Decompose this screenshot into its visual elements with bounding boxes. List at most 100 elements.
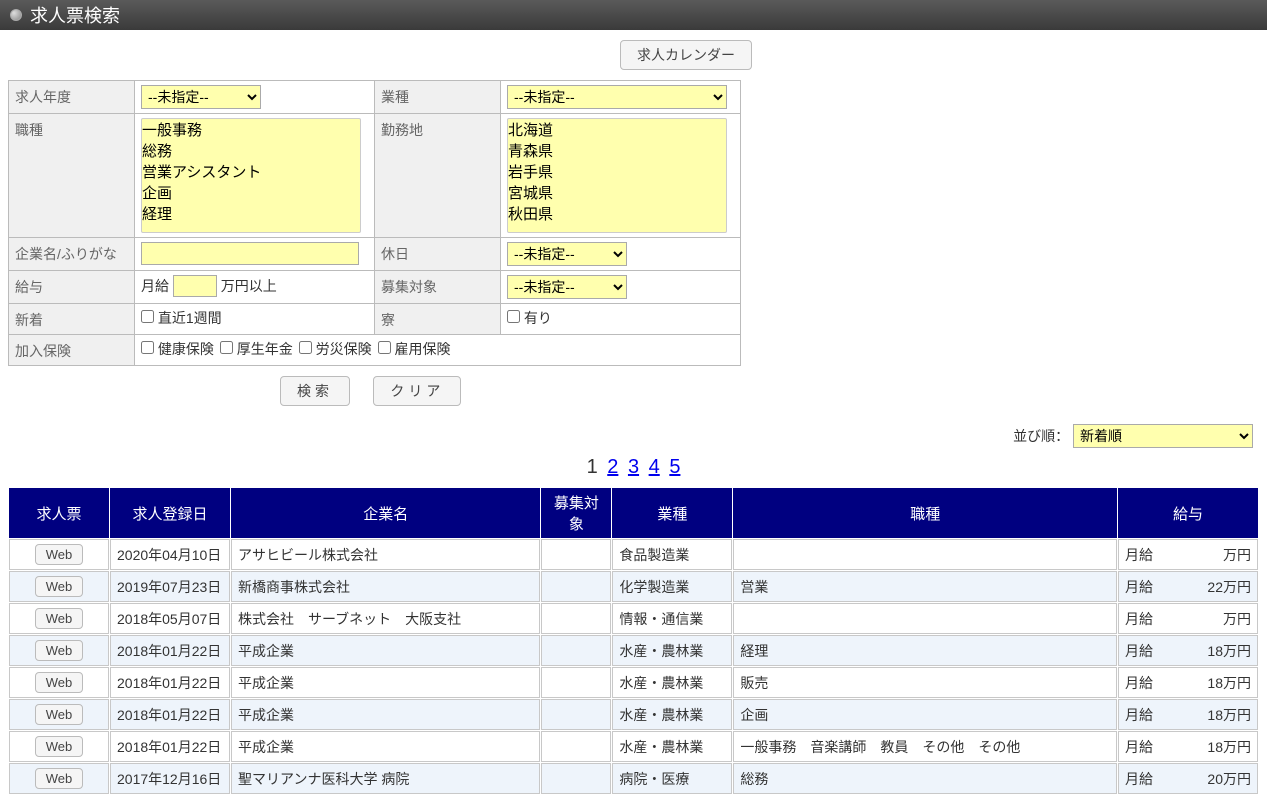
page-title: 求人票検索 [30, 2, 120, 28]
cell-job: 企画 [733, 699, 1117, 730]
insurance-label: 労災保険 [312, 341, 372, 357]
salary-suffix: 万円以上 [221, 278, 277, 294]
cell-date: 2019年07月23日 [110, 571, 230, 602]
cell-company: 株式会社 サーブネット 大阪支社 [231, 603, 540, 634]
cell-industry: 水産・農林業 [612, 699, 732, 730]
cell-industry: 食品製造業 [612, 539, 732, 570]
page-link[interactable]: 4 [649, 456, 660, 478]
cell-salary: 月給18万円 [1118, 667, 1258, 698]
table-row: Web2018年01月22日平成企業水産・農林業経理月給18万円 [9, 635, 1258, 666]
insurance-checkbox[interactable] [220, 341, 233, 354]
clear-button[interactable]: クリア [373, 376, 461, 406]
sort-label: 並び順： [1013, 428, 1069, 444]
table-row: Web2017年12月16日聖マリアンナ医科大学 病院病院・医療総務月給20万円 [9, 763, 1258, 794]
table-row: Web 2018年05月07日株式会社 サーブネット 大阪支社 情報・通信業 月給万円 [9, 603, 1258, 634]
label-location: 勤務地 [375, 114, 501, 238]
cell-target [541, 731, 611, 762]
page-link[interactable]: 3 [628, 456, 639, 478]
web-button[interactable]: Web [35, 576, 84, 597]
new-checkbox-label: 直近1週間 [158, 310, 222, 326]
cell-salary: 月給万円 [1118, 539, 1258, 570]
label-industry: 業種 [375, 81, 501, 114]
web-button[interactable]: Web [35, 640, 84, 661]
table-row: Web2019年07月23日新橋商事株式会社化学製造業営業月給22万円 [9, 571, 1258, 602]
cell-industry: 病院・医療 [612, 763, 732, 794]
cell-date: 2018年01月22日 [110, 667, 230, 698]
cell-salary: 月給20万円 [1118, 763, 1258, 794]
insurance-checkbox[interactable] [378, 341, 391, 354]
cell-job: 営業 [733, 571, 1117, 602]
page-link[interactable]: 5 [669, 456, 680, 478]
cell-target [541, 571, 611, 602]
cell-industry: 水産・農林業 [612, 635, 732, 666]
cell-company: 平成企業 [231, 699, 540, 730]
salary-input[interactable] [173, 275, 217, 297]
cell-job: 総務 [733, 763, 1117, 794]
holiday-select[interactable]: --未指定-- [507, 242, 627, 266]
cell-date: 2020年04月10日 [110, 539, 230, 570]
cell-company: 新橋商事株式会社 [231, 571, 540, 602]
salary-prefix: 月給 [141, 278, 169, 294]
column-header: 募集対象 [541, 488, 611, 538]
cell-industry: 情報・通信業 [612, 603, 732, 634]
cell-job [733, 603, 1117, 634]
cell-salary: 月給22万円 [1118, 571, 1258, 602]
industry-select[interactable]: --未指定-- [507, 85, 727, 109]
cell-target [541, 603, 611, 634]
label-dorm: 寮 [375, 304, 501, 335]
cell-target [541, 763, 611, 794]
target-select[interactable]: --未指定-- [507, 275, 627, 299]
web-button[interactable]: Web [35, 608, 84, 629]
label-year: 求人年度 [9, 81, 135, 114]
label-holiday: 休日 [375, 238, 501, 271]
insurance-checkbox[interactable] [141, 341, 154, 354]
company-input[interactable] [141, 242, 359, 265]
jobtype-listbox[interactable]: 一般事務総務営業アシスタント企画経理 [141, 118, 361, 233]
column-header: 求人票 [9, 488, 109, 538]
insurance-label: 雇用保険 [391, 341, 451, 357]
table-row: Web2018年01月22日平成企業水産・農林業販売月給18万円 [9, 667, 1258, 698]
label-company: 企業名/ふりがな [9, 238, 135, 271]
header-bullet-icon [10, 9, 22, 21]
search-button[interactable]: 検索 [280, 376, 350, 406]
web-button[interactable]: Web [35, 768, 84, 789]
sort-select[interactable]: 新着順 [1073, 424, 1253, 448]
web-button[interactable]: Web [35, 704, 84, 725]
cell-date: 2018年01月22日 [110, 635, 230, 666]
cell-company: 平成企業 [231, 731, 540, 762]
cell-industry: 水産・農林業 [612, 731, 732, 762]
page-current: 1 [587, 456, 598, 478]
cell-date: 2018年01月22日 [110, 699, 230, 730]
page-header: 求人票検索 [0, 0, 1267, 30]
search-form: 求人年度 --未指定-- 業種 --未指定-- 職種 一般事務総務営業アシスタン… [8, 80, 741, 366]
table-row: Web 2018年01月22日平成企業 水産・農林業企画月給18万円 [9, 699, 1258, 730]
web-button[interactable]: Web [35, 544, 84, 565]
new-checkbox[interactable] [141, 310, 154, 323]
web-button[interactable]: Web [35, 672, 84, 693]
column-header: 給与 [1118, 488, 1258, 538]
year-select[interactable]: --未指定-- [141, 85, 261, 109]
cell-job [733, 539, 1117, 570]
insurance-checkbox[interactable] [299, 341, 312, 354]
cell-target [541, 699, 611, 730]
column-header: 業種 [612, 488, 732, 538]
label-target: 募集対象 [375, 271, 501, 304]
insurance-label: 健康保険 [154, 341, 214, 357]
calendar-button[interactable]: 求人カレンダー [620, 40, 752, 70]
cell-date: 2017年12月16日 [110, 763, 230, 794]
column-header: 職種 [733, 488, 1117, 538]
cell-industry: 水産・農林業 [612, 667, 732, 698]
cell-salary: 月給万円 [1118, 603, 1258, 634]
cell-job: 経理 [733, 635, 1117, 666]
cell-job: 一般事務 音楽講師 教員 その他 その他 [733, 731, 1117, 762]
cell-date: 2018年01月22日 [110, 731, 230, 762]
dorm-checkbox[interactable] [507, 310, 520, 323]
page-link[interactable]: 2 [607, 456, 618, 478]
label-new: 新着 [9, 304, 135, 335]
cell-target [541, 539, 611, 570]
location-listbox[interactable]: 北海道青森県岩手県宮城県秋田県 [507, 118, 727, 233]
web-button[interactable]: Web [35, 736, 84, 757]
label-jobtype: 職種 [9, 114, 135, 238]
cell-date: 2018年05月07日 [110, 603, 230, 634]
cell-salary: 月給18万円 [1118, 699, 1258, 730]
